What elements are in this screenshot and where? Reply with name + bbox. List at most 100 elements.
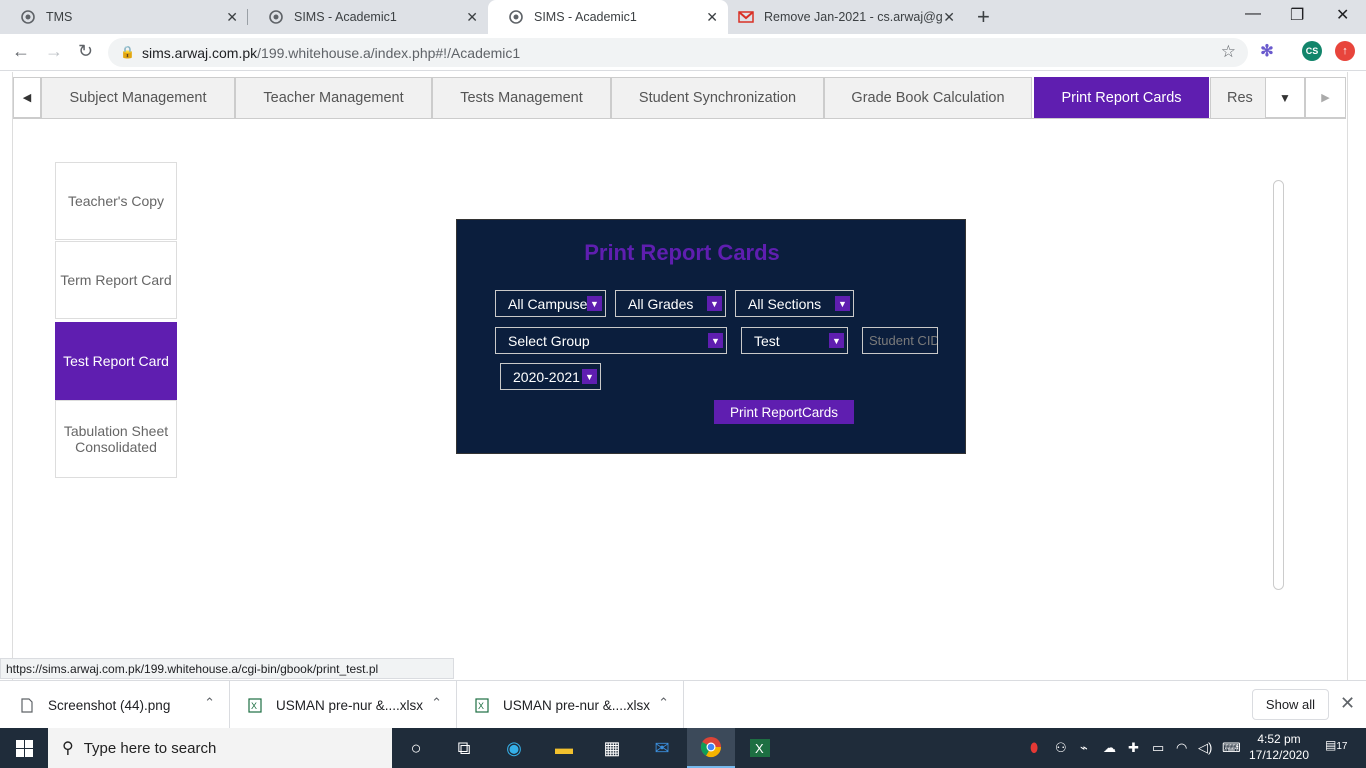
notification-badge[interactable]: ▤17 (1325, 738, 1347, 752)
tab-subject-management[interactable]: Subject Management (41, 77, 235, 118)
file-icon (20, 697, 34, 713)
side-term-report-card[interactable]: Term Report Card (55, 241, 177, 319)
profile-avatar[interactable]: CS (1302, 41, 1322, 61)
tab-teacher-management[interactable]: Teacher Management (235, 77, 432, 118)
session-select[interactable]: 2020-2021 ▼ (500, 363, 601, 390)
download-item[interactable]: Screenshot (44).png ⌃ (0, 681, 230, 729)
close-icon[interactable]: ✕ (226, 9, 238, 26)
excel-icon: X (475, 697, 489, 713)
tray-app-icon[interactable]: ⬮ (1030, 740, 1038, 756)
tab-title: Remove Jan-2021 - cs.arwaj@gm (764, 10, 942, 24)
windows-start-icon[interactable] (0, 728, 48, 768)
taskbar-search[interactable]: ⚲ Type here to search (48, 728, 392, 768)
address-bar[interactable]: 🔒 sims.arwaj.com.pk/199.whitehouse.a/ind… (108, 38, 1248, 67)
app-tab-bar: ◀ Subject Management Teacher Management … (13, 77, 1346, 119)
window-close-icon[interactable]: ✕ (1336, 5, 1349, 25)
tab-scroll-right-icon[interactable]: ▶ (1305, 77, 1346, 118)
close-icon[interactable]: ✕ (706, 9, 718, 26)
extension-icon[interactable]: ✻ (1257, 41, 1277, 61)
tab-title: TMS (46, 10, 73, 24)
section-select[interactable]: All Sections ▼ (735, 290, 854, 317)
clock[interactable]: 4:52 pm 17/12/2020 (1246, 731, 1312, 763)
tab-res[interactable]: Res (1210, 77, 1266, 118)
close-icon[interactable]: ✕ (466, 9, 478, 26)
maximize-icon[interactable]: ❐ (1290, 5, 1304, 25)
file-explorer-icon[interactable]: ▬ (540, 728, 588, 768)
chevron-down-icon: ▼ (708, 333, 723, 348)
download-item[interactable]: X USMAN pre-nur &....xlsx ⌃ (457, 681, 684, 729)
chevron-down-icon: ▼ (835, 296, 850, 311)
back-icon[interactable]: ← (12, 41, 30, 62)
svg-text:X: X (478, 701, 484, 711)
scrollbar[interactable] (1273, 180, 1284, 590)
tray-defender-icon[interactable]: ✚ (1128, 740, 1139, 756)
search-icon: ⚲ (62, 740, 74, 757)
lock-icon: 🔒 (120, 45, 135, 59)
exam-type-select[interactable]: Test ▼ (741, 327, 848, 354)
browser-tab-gmail[interactable]: Remove Jan-2021 - cs.arwaj@gm ✕ (728, 0, 965, 34)
close-icon[interactable]: ✕ (1340, 693, 1355, 714)
battery-icon[interactable]: ▭ (1152, 740, 1164, 756)
student-cid-input[interactable] (862, 327, 938, 354)
tab-tests-management[interactable]: Tests Management (432, 77, 611, 118)
download-item[interactable]: X USMAN pre-nur &....xlsx ⌃ (230, 681, 457, 729)
tab-print-report-cards[interactable]: Print Report Cards (1034, 77, 1209, 118)
globe-icon (508, 9, 524, 25)
edge-icon[interactable]: ◉ (490, 728, 538, 768)
mail-icon[interactable]: ✉ (638, 728, 686, 768)
tab-student-synchronization[interactable]: Student Synchronization (611, 77, 824, 118)
chevron-up-icon[interactable]: ⌃ (431, 695, 442, 711)
tray-people-icon[interactable]: ⚇ (1055, 740, 1067, 756)
url-text: sims.arwaj.com.pk/199.whitehouse.a/index… (142, 45, 521, 61)
tray-cloud-icon[interactable]: ☁ (1103, 740, 1116, 756)
chevron-up-icon[interactable]: ⌃ (204, 695, 215, 711)
campus-select[interactable]: All Campuses ▼ (495, 290, 606, 317)
page-content: ◀ Subject Management Teacher Management … (0, 72, 1366, 680)
volume-icon[interactable]: ◁) (1198, 740, 1212, 756)
browser-tab-sims-active[interactable]: SIMS - Academic1 ✕ (488, 0, 728, 34)
chevron-down-icon: ▼ (582, 369, 597, 384)
print-report-cards-button[interactable]: Print ReportCards (714, 400, 854, 424)
minimize-icon[interactable]: — (1245, 5, 1261, 23)
close-icon[interactable]: ✕ (943, 9, 955, 26)
bookmark-star-icon[interactable]: ☆ (1221, 42, 1236, 62)
chrome-icon[interactable] (687, 728, 735, 768)
group-select[interactable]: Select Group ▼ (495, 327, 727, 354)
reload-icon[interactable]: ↻ (78, 41, 93, 62)
cortana-icon[interactable]: ○ (392, 728, 440, 768)
chevron-up-icon[interactable]: ⌃ (658, 695, 669, 711)
side-test-report-card[interactable]: Test Report Card (55, 322, 177, 400)
svg-text:X: X (251, 701, 257, 711)
chevron-down-icon: ▼ (587, 296, 602, 311)
tab-grade-book-calculation[interactable]: Grade Book Calculation (824, 77, 1032, 118)
tab-scroll-left-icon[interactable]: ◀ (13, 77, 41, 118)
excel-icon[interactable]: X (736, 728, 784, 768)
download-name: Screenshot (44).png (48, 697, 171, 713)
browser-toolbar: ← → ↻ 🔒 sims.arwaj.com.pk/199.whitehouse… (0, 34, 1366, 71)
show-all-button[interactable]: Show all (1252, 689, 1329, 720)
tab-title: SIMS - Academic1 (294, 10, 397, 24)
task-view-icon[interactable]: ⧉ (440, 728, 488, 768)
browser-tab-strip: TMS ✕ SIMS - Academic1 ✕ SIMS - Academic… (0, 0, 1366, 34)
side-teachers-copy[interactable]: Teacher's Copy (55, 162, 177, 240)
globe-icon (268, 9, 284, 25)
status-bar-url: https://sims.arwaj.com.pk/199.whitehouse… (0, 658, 454, 679)
browser-tab-tms[interactable]: TMS ✕ (0, 0, 248, 34)
forward-icon[interactable]: → (45, 41, 63, 62)
browser-tab-sims-1[interactable]: SIMS - Academic1 ✕ (248, 0, 488, 34)
download-shelf: Screenshot (44).png ⌃ X USMAN pre-nur &.… (0, 680, 1366, 729)
download-name: USMAN pre-nur &....xlsx (503, 697, 651, 713)
wifi-icon[interactable]: ◠ (1176, 740, 1187, 756)
side-tabulation-sheet[interactable]: Tabulation Sheet Consolidated (55, 400, 177, 478)
print-report-panel: Print Report Cards All Campuses ▼ All Gr… (456, 219, 966, 454)
store-icon[interactable]: ▦ (588, 728, 636, 768)
globe-icon (20, 9, 36, 25)
tab-dropdown-icon[interactable]: ▼ (1265, 77, 1305, 118)
grade-select[interactable]: All Grades ▼ (615, 290, 726, 317)
tray-usb-icon[interactable]: ⌁ (1080, 740, 1088, 756)
excel-icon: X (248, 697, 262, 713)
new-tab-icon[interactable]: + (977, 4, 990, 30)
language-icon[interactable]: ⌨ (1222, 740, 1241, 756)
update-icon[interactable]: ↑ (1335, 41, 1355, 61)
taskbar: ⚲ Type here to search ○ ⧉ ◉ ▬ ▦ ✉ X ⬮ ⚇ … (0, 728, 1366, 768)
